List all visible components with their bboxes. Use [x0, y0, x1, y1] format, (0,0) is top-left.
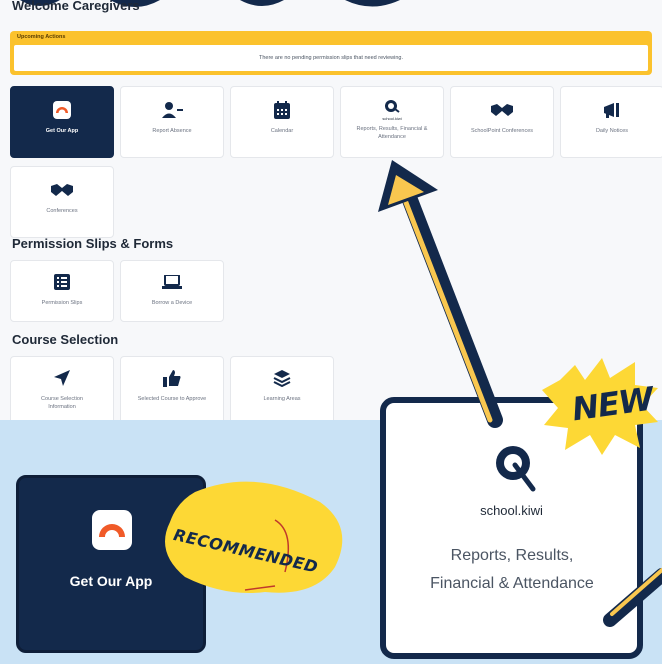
pointer-arrow	[378, 160, 662, 627]
